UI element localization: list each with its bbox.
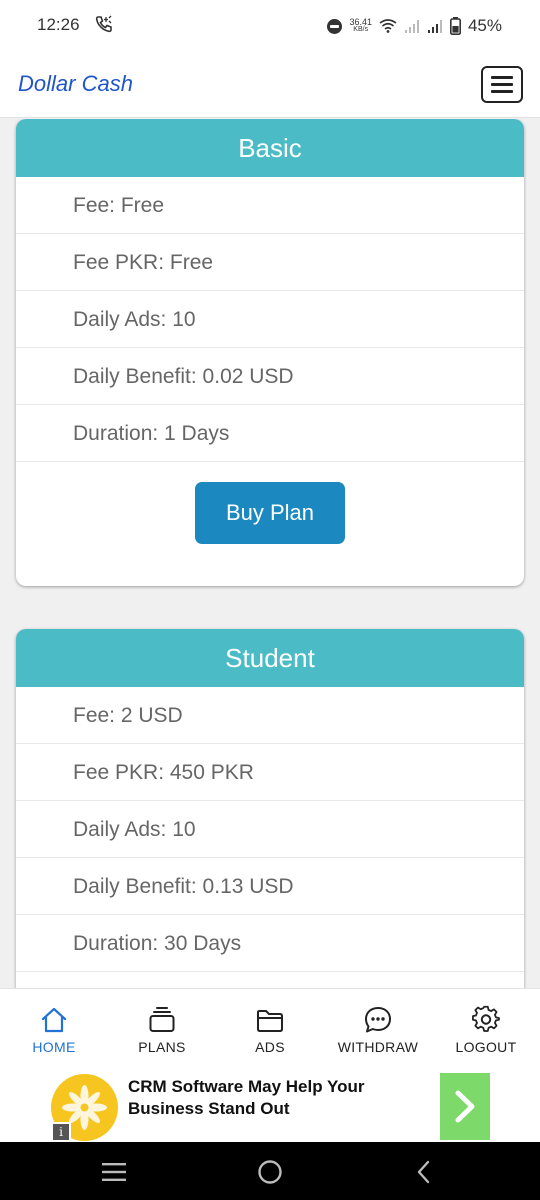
- nav-home[interactable]: HOME: [0, 1005, 109, 1055]
- system-nav-bar: [0, 1142, 540, 1200]
- gear-icon: [472, 1005, 500, 1032]
- plans-icon: [149, 1007, 175, 1032]
- plan-fee: Fee: 2 USD: [16, 687, 524, 744]
- plan-fee: Fee: Free: [16, 177, 524, 234]
- plan-card-student: Student Fee: 2 USD Fee PKR: 450 PKR Dail…: [16, 629, 524, 988]
- net-speed: 36.41 KB/s: [349, 17, 372, 34]
- wifi-icon: [379, 19, 397, 33]
- hamburger-icon-line: [491, 83, 513, 86]
- hamburger-icon-line: [491, 76, 513, 79]
- ad-info-icon[interactable]: i: [51, 1122, 71, 1142]
- plan-fee-pkr: Fee PKR: Free: [16, 234, 524, 291]
- status-icons: 36.41 KB/s 45%: [327, 14, 502, 38]
- plan-card-basic: Basic Fee: Free Fee PKR: Free Daily Ads:…: [16, 119, 524, 586]
- status-time: 12:26: [37, 15, 80, 34]
- signal-icon-1: [404, 20, 419, 33]
- plan-daily-benefit: Daily Benefit: 0.13 USD: [16, 858, 524, 915]
- recents-icon[interactable]: [101, 1161, 127, 1183]
- plan-daily-ads: Daily Ads: 10: [16, 801, 524, 858]
- plan-daily-benefit: Daily Benefit: 0.02 USD: [16, 348, 524, 405]
- bottom-nav: HOME PLANS ADS WITHDRAW LOGOUT: [0, 988, 540, 1068]
- app-header: Dollar Cash: [0, 52, 540, 118]
- ad-banner[interactable]: i CRM Software May Help Your Business St…: [0, 1068, 540, 1142]
- signal-icon-2: [427, 20, 442, 33]
- chevron-right-icon: [455, 1090, 475, 1123]
- plan-duration: Duration: 30 Days: [16, 915, 524, 972]
- call-icon: [95, 15, 112, 33]
- battery-icon: [449, 17, 461, 35]
- ad-headline[interactable]: CRM Software May Help Your Business Stan…: [128, 1076, 428, 1120]
- home-icon: [41, 1007, 67, 1033]
- nav-withdraw[interactable]: WITHDRAW: [323, 1005, 433, 1055]
- back-icon[interactable]: [414, 1159, 434, 1185]
- plan-duration: Duration: 1 Days: [16, 405, 524, 462]
- plan-daily-ads: Daily Ads: 10: [16, 291, 524, 348]
- plans-list[interactable]: Basic Fee: Free Fee PKR: Free Daily Ads:…: [0, 119, 540, 988]
- plan-row-cut: [16, 972, 524, 988]
- plan-title: Student: [16, 629, 524, 687]
- brand-logo[interactable]: Dollar Cash: [18, 71, 133, 97]
- plan-title: Basic: [16, 119, 524, 177]
- hamburger-icon-line: [491, 90, 513, 93]
- buy-area: Buy Plan: [16, 462, 524, 586]
- buy-plan-button[interactable]: Buy Plan: [195, 482, 345, 544]
- battery-percent: 45%: [467, 16, 502, 35]
- folder-icon: [257, 1010, 283, 1032]
- status-bar: 12:26 36.41 KB/s 45%: [0, 0, 540, 52]
- menu-button[interactable]: [481, 66, 523, 103]
- ad-cta-button[interactable]: [440, 1073, 490, 1140]
- nav-logout[interactable]: LOGOUT: [431, 1005, 540, 1055]
- home-button-icon[interactable]: [257, 1159, 283, 1185]
- nav-ads[interactable]: ADS: [215, 1005, 325, 1055]
- dnd-icon: [327, 18, 343, 34]
- plan-fee-pkr: Fee PKR: 450 PKR: [16, 744, 524, 801]
- chat-icon: [365, 1007, 391, 1033]
- nav-plans[interactable]: PLANS: [107, 1005, 217, 1055]
